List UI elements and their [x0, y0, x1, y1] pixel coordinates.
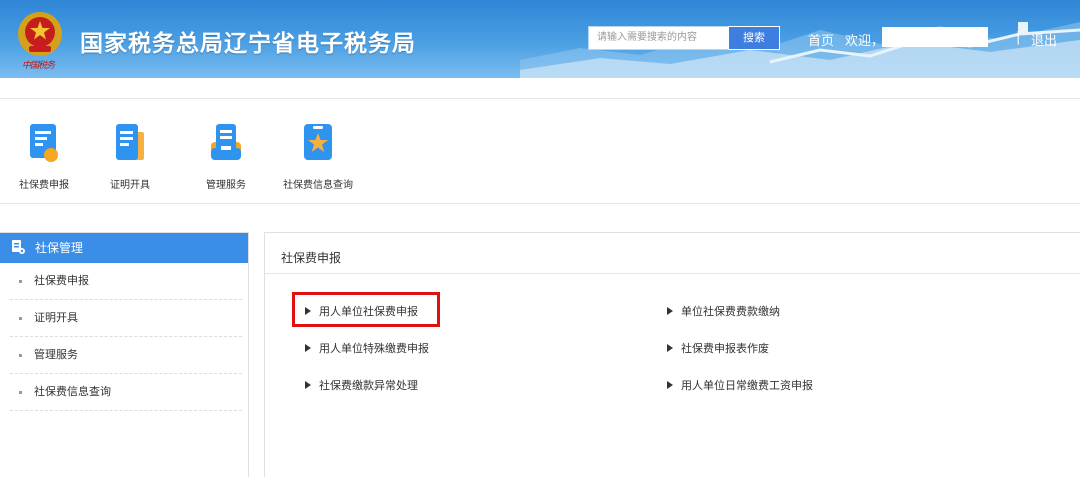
- quick-link-label: 证明开具: [110, 180, 150, 191]
- tax-emblem-icon: [18, 12, 62, 56]
- link-label: 社保费申报表作废: [681, 342, 769, 355]
- bullet-icon: [19, 354, 22, 357]
- site-title: 国家税务总局辽宁省电子税务局: [80, 31, 416, 57]
- sidebar-item-label: 社保费信息查询: [34, 385, 111, 398]
- quick-link-certificate[interactable]: 证明开具: [90, 122, 170, 191]
- bullet-icon: [19, 391, 22, 394]
- search-input[interactable]: 请输入需要搜索的内容: [588, 26, 728, 50]
- link-label: 社保费缴款异常处理: [319, 379, 418, 392]
- declaration-icon: [30, 124, 58, 162]
- triangle-right-icon: [305, 381, 311, 389]
- link-void-declaration[interactable]: 社保费申报表作废: [667, 340, 769, 356]
- logout-link[interactable]: 退出: [1031, 30, 1057, 49]
- panel-title: 社保费申报: [281, 251, 342, 265]
- quick-link-management[interactable]: 管理服务: [186, 122, 266, 191]
- sidebar-item-label: 社保费申报: [34, 274, 89, 287]
- sidebar-item-declaration[interactable]: 社保费申报: [10, 263, 242, 300]
- username-redacted: [882, 27, 988, 47]
- panel-divider: [265, 273, 1080, 274]
- home-link[interactable]: 首页: [808, 30, 834, 49]
- quick-link-info-query[interactable]: 社保费信息查询: [278, 122, 358, 191]
- link-special-payment[interactable]: 用人单位特殊缴费申报: [305, 340, 429, 356]
- link-unit-payment[interactable]: 单位社保费费款缴纳: [667, 303, 780, 319]
- quick-link-label: 社保费申报: [19, 180, 69, 191]
- bullet-icon: [19, 280, 22, 283]
- management-icon: [211, 124, 241, 160]
- quick-link-label: 管理服务: [206, 180, 246, 191]
- link-label: 单位社保费费款缴纳: [681, 305, 780, 318]
- certificate-icon: [116, 124, 144, 160]
- link-label: 用人单位特殊缴费申报: [319, 342, 429, 355]
- header-divider: [0, 98, 1080, 99]
- welcome-text: 欢迎，: [845, 34, 885, 49]
- highlight-annotation: [292, 292, 440, 327]
- sidebar-item-label: 管理服务: [34, 348, 78, 361]
- header-separator: |: [1016, 30, 1021, 45]
- sidebar-item-management[interactable]: 管理服务: [10, 337, 242, 374]
- link-daily-wage-declaration[interactable]: 用人单位日常缴费工资申报: [667, 377, 813, 393]
- quick-link-label: 社保费信息查询: [283, 180, 353, 191]
- emblem-script: 中国税务: [22, 61, 55, 71]
- triangle-right-icon: [667, 344, 673, 352]
- settings-doc-icon: [12, 240, 25, 254]
- sidebar: 社保管理 社保费申报 证明开具 管理服务 社保费信息查询: [0, 232, 249, 477]
- sidebar-item-certificate[interactable]: 证明开具: [10, 300, 242, 337]
- quick-link-declaration[interactable]: 社保费申报: [4, 122, 84, 191]
- sidebar-item-info-query[interactable]: 社保费信息查询: [10, 374, 242, 411]
- sidebar-title: 社保管理: [35, 241, 84, 255]
- search-button[interactable]: 搜索: [728, 26, 780, 50]
- header-banner: 中国税务 国家税务总局辽宁省电子税务局 请输入需要搜索的内容 搜索 首页 欢迎，…: [0, 0, 1080, 78]
- triangle-right-icon: [305, 344, 311, 352]
- bullet-icon: [19, 317, 22, 320]
- sidebar-item-label: 证明开具: [34, 311, 78, 324]
- star-badge-icon: [304, 124, 332, 160]
- section-divider: [0, 203, 1080, 204]
- link-label: 用人单位日常缴费工资申报: [681, 379, 813, 392]
- triangle-right-icon: [667, 307, 673, 315]
- triangle-right-icon: [667, 381, 673, 389]
- sidebar-header[interactable]: 社保管理: [0, 233, 248, 263]
- link-payment-exception[interactable]: 社保费缴款异常处理: [305, 377, 418, 393]
